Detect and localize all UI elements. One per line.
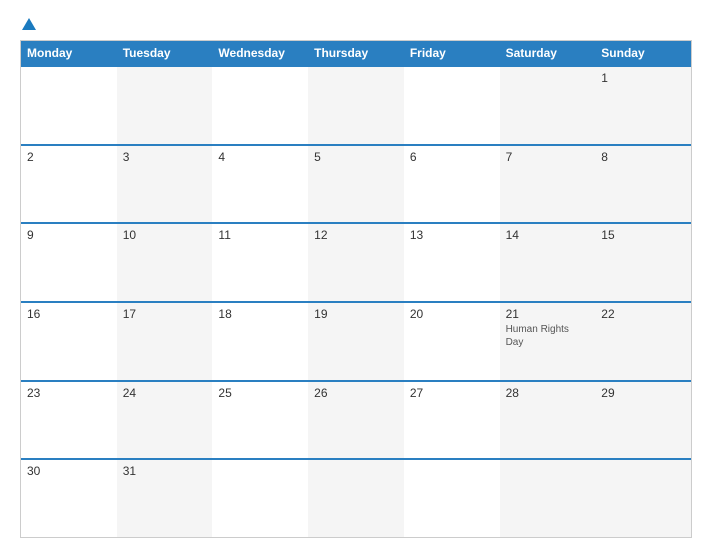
calendar-cell-week4-day3: 18 <box>212 303 308 380</box>
day-number: 8 <box>601 150 685 164</box>
calendar-cell-week4-day1: 16 <box>21 303 117 380</box>
day-number: 7 <box>506 150 590 164</box>
day-number: 11 <box>218 228 302 242</box>
calendar-cell-week5-day7: 29 <box>595 382 691 459</box>
day-number: 25 <box>218 386 302 400</box>
day-number: 17 <box>123 307 207 321</box>
calendar-cell-week3-day5: 13 <box>404 224 500 301</box>
calendar-cell-week1-day5 <box>404 67 500 144</box>
calendar-cell-week4-day2: 17 <box>117 303 213 380</box>
calendar-cell-week5-day2: 24 <box>117 382 213 459</box>
calendar-cell-week6-day6 <box>500 460 596 537</box>
calendar-cell-week1-day7: 1 <box>595 67 691 144</box>
calendar-cell-week4-day4: 19 <box>308 303 404 380</box>
calendar-cell-week6-day7 <box>595 460 691 537</box>
calendar-header-thursday: Thursday <box>308 41 404 65</box>
calendar-cell-week3-day2: 10 <box>117 224 213 301</box>
day-number: 26 <box>314 386 398 400</box>
logo-triangle-icon <box>22 18 36 30</box>
calendar-week-4: 16 17 18 19 20 21 Human Rights Day 22 <box>21 301 691 380</box>
day-number: 2 <box>27 150 111 164</box>
calendar-cell-week4-day6: 21 Human Rights Day <box>500 303 596 380</box>
calendar-cell-week3-day6: 14 <box>500 224 596 301</box>
calendar-cell-week2-day5: 6 <box>404 146 500 223</box>
day-number: 6 <box>410 150 494 164</box>
header <box>20 18 692 32</box>
day-number: 28 <box>506 386 590 400</box>
calendar-header-monday: Monday <box>21 41 117 65</box>
day-number: 1 <box>601 71 685 85</box>
calendar-cell-week6-day5 <box>404 460 500 537</box>
calendar-cell-week1-day3 <box>212 67 308 144</box>
calendar-cell-week2-day2: 3 <box>117 146 213 223</box>
calendar-header-wednesday: Wednesday <box>212 41 308 65</box>
day-number: 18 <box>218 307 302 321</box>
calendar-cell-week4-day5: 20 <box>404 303 500 380</box>
day-number: 3 <box>123 150 207 164</box>
calendar-cell-week5-day6: 28 <box>500 382 596 459</box>
day-number: 12 <box>314 228 398 242</box>
day-number: 24 <box>123 386 207 400</box>
calendar-header-saturday: Saturday <box>500 41 596 65</box>
calendar-week-2: 2345678 <box>21 144 691 223</box>
calendar-cell-week5-day4: 26 <box>308 382 404 459</box>
day-number: 4 <box>218 150 302 164</box>
calendar-cell-week6-day1: 30 <box>21 460 117 537</box>
calendar-header-row: MondayTuesdayWednesdayThursdayFridaySatu… <box>21 41 691 65</box>
calendar-week-5: 23 24 25 26 27 28 29 <box>21 380 691 459</box>
day-number: 13 <box>410 228 494 242</box>
day-number: 20 <box>410 307 494 321</box>
day-number: 31 <box>123 464 207 478</box>
calendar-cell-week6-day2: 31 <box>117 460 213 537</box>
day-number: 14 <box>506 228 590 242</box>
calendar-cell-week1-day6 <box>500 67 596 144</box>
calendar-cell-week2-day3: 4 <box>212 146 308 223</box>
calendar-cell-week1-day4 <box>308 67 404 144</box>
calendar-cell-week6-day3 <box>212 460 308 537</box>
calendar-cell-week2-day1: 2 <box>21 146 117 223</box>
calendar-cell-week3-day1: 9 <box>21 224 117 301</box>
calendar-cell-week3-day4: 12 <box>308 224 404 301</box>
calendar-cell-week6-day4 <box>308 460 404 537</box>
day-number: 5 <box>314 150 398 164</box>
calendar-event: Human Rights Day <box>506 323 590 349</box>
day-number: 27 <box>410 386 494 400</box>
day-number: 29 <box>601 386 685 400</box>
calendar-cell-week5-day3: 25 <box>212 382 308 459</box>
calendar-grid: MondayTuesdayWednesdayThursdayFridaySatu… <box>20 40 692 538</box>
day-number: 15 <box>601 228 685 242</box>
calendar-cell-week1-day2 <box>117 67 213 144</box>
calendar-cell-week3-day3: 11 <box>212 224 308 301</box>
day-number: 23 <box>27 386 111 400</box>
calendar-cell-week1-day1 <box>21 67 117 144</box>
calendar-page: MondayTuesdayWednesdayThursdayFridaySatu… <box>0 0 712 550</box>
calendar-header-sunday: Sunday <box>595 41 691 65</box>
calendar-week-1: 1 <box>21 65 691 144</box>
calendar-body: 123456789101112131415161718192021Human R… <box>21 65 691 537</box>
calendar-week-6: 30 31 <box>21 458 691 537</box>
calendar-week-3: 9 10 11 12 13 14 15 <box>21 222 691 301</box>
calendar-cell-week5-day1: 23 <box>21 382 117 459</box>
day-number: 22 <box>601 307 685 321</box>
day-number: 9 <box>27 228 111 242</box>
day-number: 10 <box>123 228 207 242</box>
day-number: 21 <box>506 307 590 321</box>
day-number: 30 <box>27 464 111 478</box>
calendar-cell-week4-day7: 22 <box>595 303 691 380</box>
calendar-cell-week2-day6: 7 <box>500 146 596 223</box>
calendar-cell-week3-day7: 15 <box>595 224 691 301</box>
day-number: 19 <box>314 307 398 321</box>
calendar-cell-week2-day7: 8 <box>595 146 691 223</box>
calendar-cell-week2-day4: 5 <box>308 146 404 223</box>
day-number: 16 <box>27 307 111 321</box>
calendar-cell-week5-day5: 27 <box>404 382 500 459</box>
calendar-header-tuesday: Tuesday <box>117 41 213 65</box>
logo <box>20 18 36 32</box>
calendar-header-friday: Friday <box>404 41 500 65</box>
